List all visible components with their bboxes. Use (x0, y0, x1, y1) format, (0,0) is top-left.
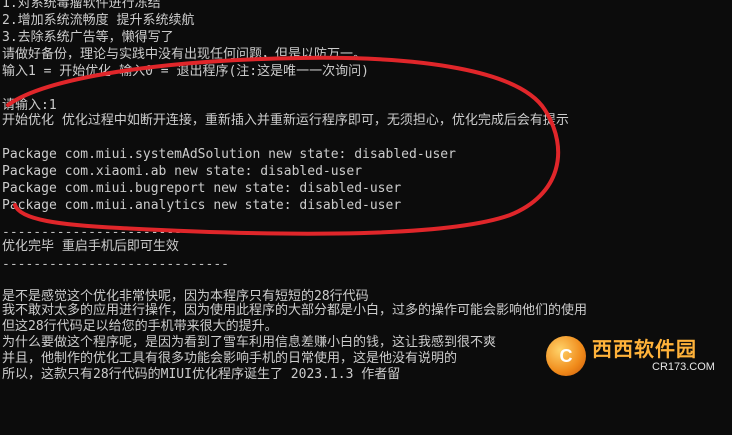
console-line: 请做好备份，理论与实践中没有出现任何问题，但是以防万一。 (2, 47, 367, 62)
watermark-logo: C 西西软件园 CR173.COM (546, 334, 726, 378)
console-line: 优化完毕 重启手机后即可生效 (2, 239, 179, 254)
console-output: 1.对系统毒瘤软件进行冻结 2.增加系统流畅度 提升系统续航 3.去除系统广告等… (0, 0, 732, 382)
watermark-url: CR173.COM (652, 361, 715, 373)
watermark-c-icon: C (546, 336, 586, 376)
console-line: Package com.miui.bugreport new state: di… (2, 181, 402, 196)
console-line: 2.增加系统流畅度 提升系统续航 (2, 13, 195, 28)
console-line: 所以，这款只有28行代码的MIUI优化程序诞生了 2023.1.3 作者留 (2, 367, 401, 382)
console-line: 开始优化 优化过程中如断开连接，重新插入并重新运行程序即可，无须担心，优化完成后… (2, 113, 569, 128)
console-line: Package com.miui.analytics new state: di… (2, 198, 402, 213)
console-line: Package com.xiaomi.ab new state: disable… (2, 164, 363, 179)
console-line: Package com.miui.systemAdSolution new st… (2, 147, 456, 162)
console-line: 输入1 = 开始优化 输入0 = 退出程序(注:这是唯一一次询问) (2, 64, 369, 79)
console-line: 3.去除系统广告等，懒得写了 (2, 30, 174, 45)
separator-line: ----------------------------- (2, 257, 229, 272)
watermark-title: 西西软件园 (592, 339, 697, 361)
